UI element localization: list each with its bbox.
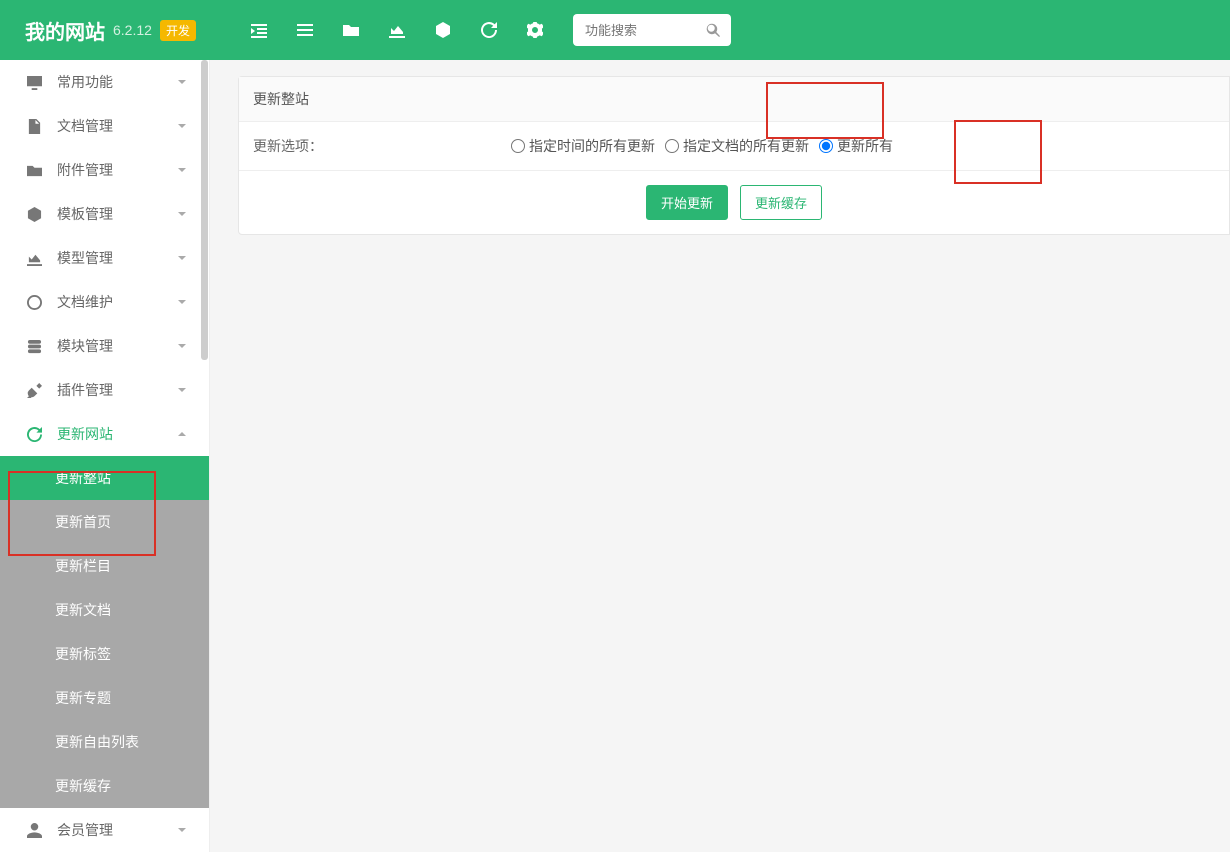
sidebar-item-4[interactable]: 模型管理 xyxy=(0,236,209,280)
indent-icon[interactable] xyxy=(251,22,267,38)
submenu-item-6[interactable]: 更新自由列表 xyxy=(0,720,209,764)
dev-badge: 开发 xyxy=(160,20,196,41)
chart-icon[interactable] xyxy=(389,22,405,38)
radio-option-2[interactable]: 更新所有 xyxy=(819,136,893,156)
sidebar-item-6[interactable]: 模块管理 xyxy=(0,324,209,368)
chevron-down-icon xyxy=(177,294,189,310)
scrollbar-thumb[interactable] xyxy=(201,60,208,360)
refresh-icon[interactable] xyxy=(481,22,497,38)
panel-body: 更新选项： 指定时间的所有更新 指定文档的所有更新 更新所有 xyxy=(239,122,1229,171)
chevron-down-icon xyxy=(177,118,189,134)
circle-icon xyxy=(25,295,43,310)
sidebar-item-label: 模板管理 xyxy=(57,204,177,224)
panel-actions: 开始更新 更新缓存 xyxy=(239,171,1229,234)
sidebar-item-label: 插件管理 xyxy=(57,380,177,400)
sidebar-item-label: 更新网站 xyxy=(57,424,177,444)
sidebar-item-label: 会员管理 xyxy=(57,820,177,840)
content-area: 更新整站 更新选项： 指定时间的所有更新 指定文档的所有更新 更新所有 开始更新 更… xyxy=(210,60,1230,852)
sidebar-item-label: 模块管理 xyxy=(57,336,177,356)
chart-icon xyxy=(25,251,43,266)
chevron-down-icon xyxy=(177,250,189,266)
sidebar-item-2[interactable]: 附件管理 xyxy=(0,148,209,192)
cube-icon[interactable] xyxy=(435,22,451,38)
refresh-icon xyxy=(25,427,43,442)
submenu-item-3[interactable]: 更新文档 xyxy=(0,588,209,632)
user-icon xyxy=(25,823,43,838)
radio-option-1[interactable]: 指定文档的所有更新 xyxy=(665,136,809,156)
cube-icon xyxy=(25,207,43,222)
radio-option-0[interactable]: 指定时间的所有更新 xyxy=(511,136,655,156)
radio-group: 指定时间的所有更新 指定文档的所有更新 更新所有 xyxy=(511,136,899,156)
radio-input-0[interactable] xyxy=(511,139,525,153)
search-box xyxy=(573,14,731,46)
submenu-item-7[interactable]: 更新缓存 xyxy=(0,764,209,808)
sidebar-item-label: 文档管理 xyxy=(57,116,177,136)
sidebar: 常用功能文档管理附件管理模板管理模型管理文档维护模块管理插件管理更新网站更新整站… xyxy=(0,60,210,852)
sidebar-item-9[interactable]: 会员管理 xyxy=(0,808,209,852)
chevron-down-icon xyxy=(177,426,189,442)
sidebar-item-label: 模型管理 xyxy=(57,248,177,268)
panel-title: 更新整站 xyxy=(239,77,1229,122)
radio-label: 指定时间的所有更新 xyxy=(529,136,655,156)
chevron-down-icon xyxy=(177,338,189,354)
list-icon[interactable] xyxy=(297,22,313,38)
chevron-down-icon xyxy=(177,162,189,178)
submenu-item-2[interactable]: 更新栏目 xyxy=(0,544,209,588)
sidebar-item-0[interactable]: 常用功能 xyxy=(0,60,209,104)
submenu-item-1[interactable]: 更新首页 xyxy=(0,500,209,544)
panel-update-site: 更新整站 更新选项： 指定时间的所有更新 指定文档的所有更新 更新所有 开始更新 更… xyxy=(238,76,1230,235)
search-button[interactable] xyxy=(696,14,731,46)
sidebar-item-5[interactable]: 文档维护 xyxy=(0,280,209,324)
chevron-down-icon xyxy=(177,382,189,398)
radio-input-2[interactable] xyxy=(819,139,833,153)
chevron-down-icon xyxy=(177,206,189,222)
header-bar: 我的网站 6.2.12 开发 xyxy=(0,0,1230,60)
radio-label: 指定文档的所有更新 xyxy=(683,136,809,156)
sidebar-item-label: 常用功能 xyxy=(57,72,177,92)
monitor-icon xyxy=(25,75,43,90)
sidebar-item-label: 附件管理 xyxy=(57,160,177,180)
sidebar-item-1[interactable]: 文档管理 xyxy=(0,104,209,148)
site-name: 我的网站 xyxy=(25,16,105,45)
plug-icon xyxy=(25,383,43,398)
start-update-button[interactable]: 开始更新 xyxy=(646,185,728,220)
chevron-down-icon xyxy=(177,74,189,90)
radio-label: 更新所有 xyxy=(837,136,893,156)
sidebar-item-3[interactable]: 模板管理 xyxy=(0,192,209,236)
submenu-item-0[interactable]: 更新整站 xyxy=(0,456,209,500)
sidebar-item-label: 文档维护 xyxy=(57,292,177,312)
folder-icon xyxy=(25,163,43,178)
chevron-down-icon xyxy=(177,822,189,838)
stack-icon xyxy=(25,339,43,354)
update-cache-button[interactable]: 更新缓存 xyxy=(740,185,822,220)
sidebar-item-8[interactable]: 更新网站 xyxy=(0,412,209,456)
radio-input-1[interactable] xyxy=(665,139,679,153)
submenu-item-5[interactable]: 更新专题 xyxy=(0,676,209,720)
sidebar-item-7[interactable]: 插件管理 xyxy=(0,368,209,412)
submenu-item-4[interactable]: 更新标签 xyxy=(0,632,209,676)
option-label: 更新选项： xyxy=(253,136,511,156)
header-toolbar xyxy=(251,22,543,38)
version-label: 6.2.12 xyxy=(113,22,152,38)
file-icon xyxy=(25,119,43,134)
gear-icon[interactable] xyxy=(527,22,543,38)
folder-icon[interactable] xyxy=(343,22,359,38)
